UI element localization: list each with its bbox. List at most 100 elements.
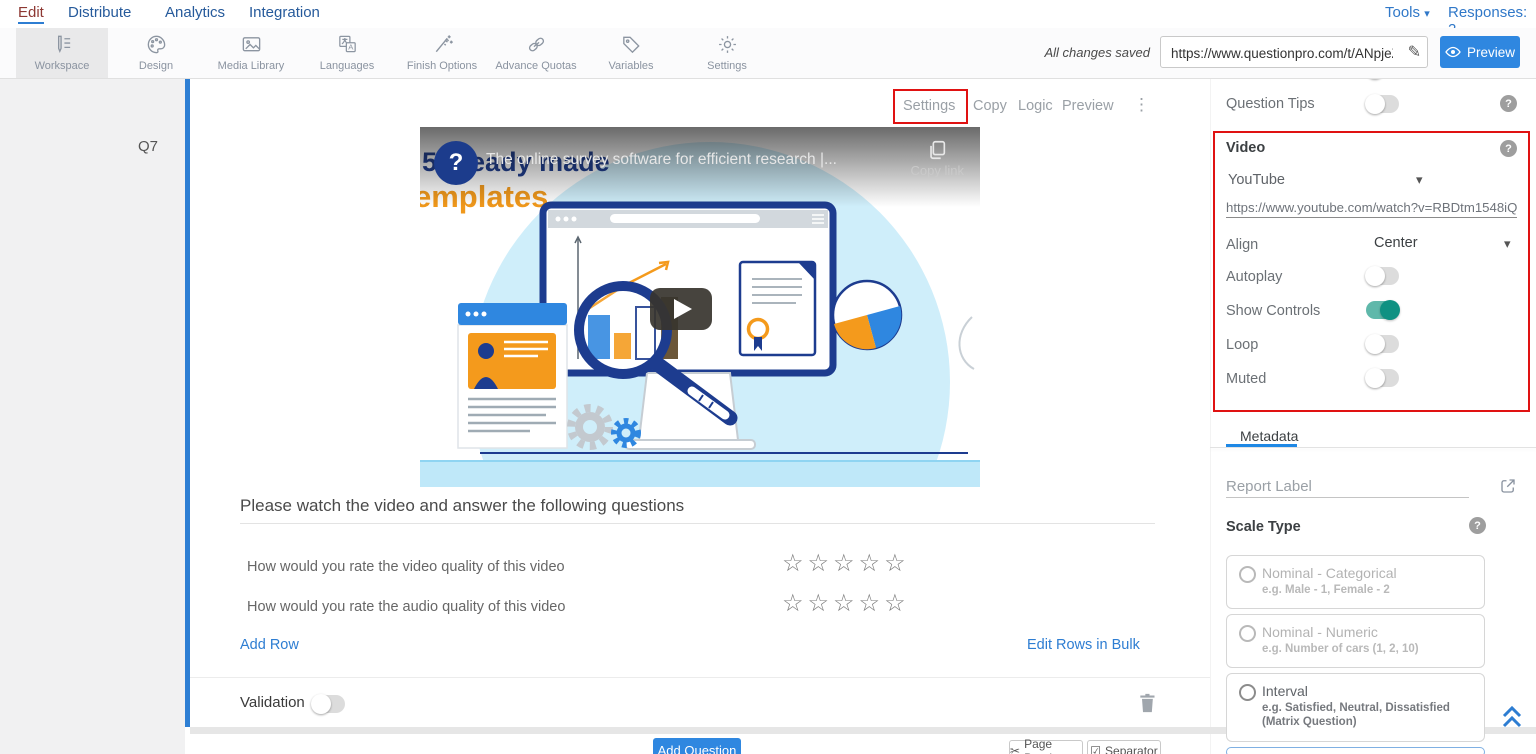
toolbar-design[interactable]: Design [110,28,202,78]
autoplay-toggle[interactable] [1366,267,1399,285]
toolbar-settings[interactable]: Settings [681,28,773,78]
tools-menu[interactable]: Tools ▾ [1385,4,1430,21]
add-question-button[interactable]: Add Question [653,738,741,754]
question-tips-toggle[interactable] [1366,95,1399,113]
toolbar-media-library[interactable]: Media Library [205,28,297,78]
question-tips-label: Question Tips [1226,96,1315,112]
edit-rows-in-bulk-link[interactable]: Edit Rows in Bulk [1027,637,1140,653]
star-icon[interactable]: ☆ [884,550,910,577]
report-label-input[interactable] [1226,476,1469,498]
question-tab-copy[interactable]: Copy [973,98,1007,114]
metadata-tab[interactable]: Metadata [1240,428,1298,444]
align-value[interactable]: Center [1374,235,1418,251]
star-icon[interactable]: ☆ [833,550,859,577]
scale-option-label: Interval [1262,683,1308,699]
sidebar-question-q7[interactable]: Q7 [138,138,158,155]
preview-button[interactable]: Preview [1440,36,1520,68]
separator-button[interactable]: ☑ Separator [1087,740,1161,754]
video-help-icon[interactable]: ? [1500,140,1517,157]
play-icon [674,299,692,319]
radio-icon[interactable] [1239,625,1256,642]
show-controls-toggle[interactable] [1366,301,1399,319]
collapse-panel-chevrons-icon[interactable] [1500,704,1524,730]
radio-icon[interactable] [1239,566,1256,583]
video-player[interactable]: 50 ready made emplates [420,127,980,487]
question-tab-logic[interactable]: Logic [1018,98,1053,114]
align-label: Align [1226,237,1258,253]
question-prompt[interactable]: Please watch the video and answer the fo… [240,496,684,516]
question-tab-preview[interactable]: Preview [1062,98,1114,114]
scale-option-interval[interactable]: Interval e.g. Satisfied, Neutral, Dissat… [1226,673,1485,742]
scale-option-nominal-categorical[interactable]: Nominal - Categorical e.g. Male - 1, Fem… [1226,555,1485,609]
star-icon[interactable]: ☆ [859,590,885,617]
star-icon[interactable]: ☆ [833,590,859,617]
more-options-dots-icon[interactable]: ⋮ [1133,95,1150,115]
star-icon[interactable]: ☆ [808,550,834,577]
matrix-row-2-label[interactable]: How would you rate the audio quality of … [247,599,565,615]
channel-logo[interactable]: ? [434,141,478,185]
star-icon[interactable]: ☆ [782,590,808,617]
add-row-link[interactable]: Add Row [240,637,299,653]
video-url-input[interactable] [1226,198,1517,218]
star-icon[interactable]: ☆ [884,590,910,617]
star-icon[interactable]: ☆ [808,590,834,617]
video-provider-select[interactable]: YouTube [1228,172,1285,188]
radio-icon[interactable] [1239,684,1256,701]
nav-tab-analytics[interactable]: Analytics [165,4,225,21]
toolbar-advance-quotas[interactable]: Advance Quotas [490,28,582,78]
toolbar-finish-options[interactable]: Finish Options [396,28,488,78]
question-tab-settings[interactable]: Settings [903,98,955,114]
scale-type-help-icon[interactable]: ? [1469,517,1486,534]
toolbar-finish-options-label: Finish Options [396,61,488,72]
copy-link-button[interactable]: Copy link [911,139,964,178]
muted-toggle[interactable] [1366,369,1399,387]
nav-tab-edit[interactable]: Edit [18,4,44,24]
scale-option-partial[interactable] [1226,747,1485,754]
page-break-label: Page Break [1024,737,1082,754]
validation-toggle[interactable] [312,695,345,713]
questionpro-edit-screen: ? Edit Distribute Analytics Integration … [0,0,1536,754]
toolbar-languages-label: Languages [301,61,393,72]
scale-option-example: e.g. Male - 1, Female - 2 [1262,583,1474,597]
external-link-icon[interactable] [1499,477,1517,495]
matrix-row-1-label[interactable]: How would you rate the video quality of … [247,559,565,575]
nav-tab-distribute[interactable]: Distribute [68,4,131,21]
toolbar-variables[interactable]: Variables [585,28,677,78]
nav-tab-integration[interactable]: Integration [249,4,320,21]
toolbar-languages[interactable]: A Languages [301,28,393,78]
muted-label: Muted [1226,371,1266,387]
settings-gear-icon [716,33,739,56]
star-icon[interactable]: ☆ [782,550,808,577]
panel-divider [1210,78,1211,754]
matrix-row-2-rating: ☆☆☆☆☆ [782,592,910,616]
video-title[interactable]: The online survey software for efficient… [486,151,837,169]
provider-caret-down-icon[interactable]: ▾ [1416,172,1423,188]
svg-text:A: A [348,42,354,51]
finish-options-wand-icon [431,33,454,56]
page-break-button[interactable]: ✂ Page Break [1009,740,1083,754]
matrix-row-1-rating: ☆☆☆☆☆ [782,552,910,576]
align-caret-down-icon[interactable]: ▾ [1504,236,1511,252]
toolbar-workspace[interactable]: Workspace [16,28,108,78]
video-section-title: Video [1226,140,1265,156]
edit-url-pencil-icon[interactable]: ✎ [1408,42,1421,62]
toolbar: Workspace Design Media Library A Languag… [0,28,1536,79]
workspace-icon [51,33,74,56]
play-button[interactable] [650,288,712,330]
question-tips-help-icon[interactable]: ? [1500,95,1517,112]
validation-label: Validation [240,694,305,711]
save-status: All changes saved [980,45,1150,60]
delete-question-trash-icon[interactable] [1137,692,1157,714]
survey-url-box: ✎ [1160,36,1428,68]
copy-link-label: Copy link [911,163,964,178]
toolbar-design-label: Design [110,61,202,72]
copy-icon [926,139,948,161]
star-icon[interactable]: ☆ [859,550,885,577]
scale-option-nominal-numeric[interactable]: Nominal - Numeric e.g. Number of cars (1… [1226,614,1485,668]
scale-option-label: Nominal - Numeric [1262,624,1378,640]
toolbar-settings-label: Settings [681,61,773,72]
loop-toggle[interactable] [1366,335,1399,353]
media-library-icon [240,33,263,56]
survey-url-input[interactable] [1169,38,1395,68]
caret-down-icon: ▾ [1424,8,1430,20]
